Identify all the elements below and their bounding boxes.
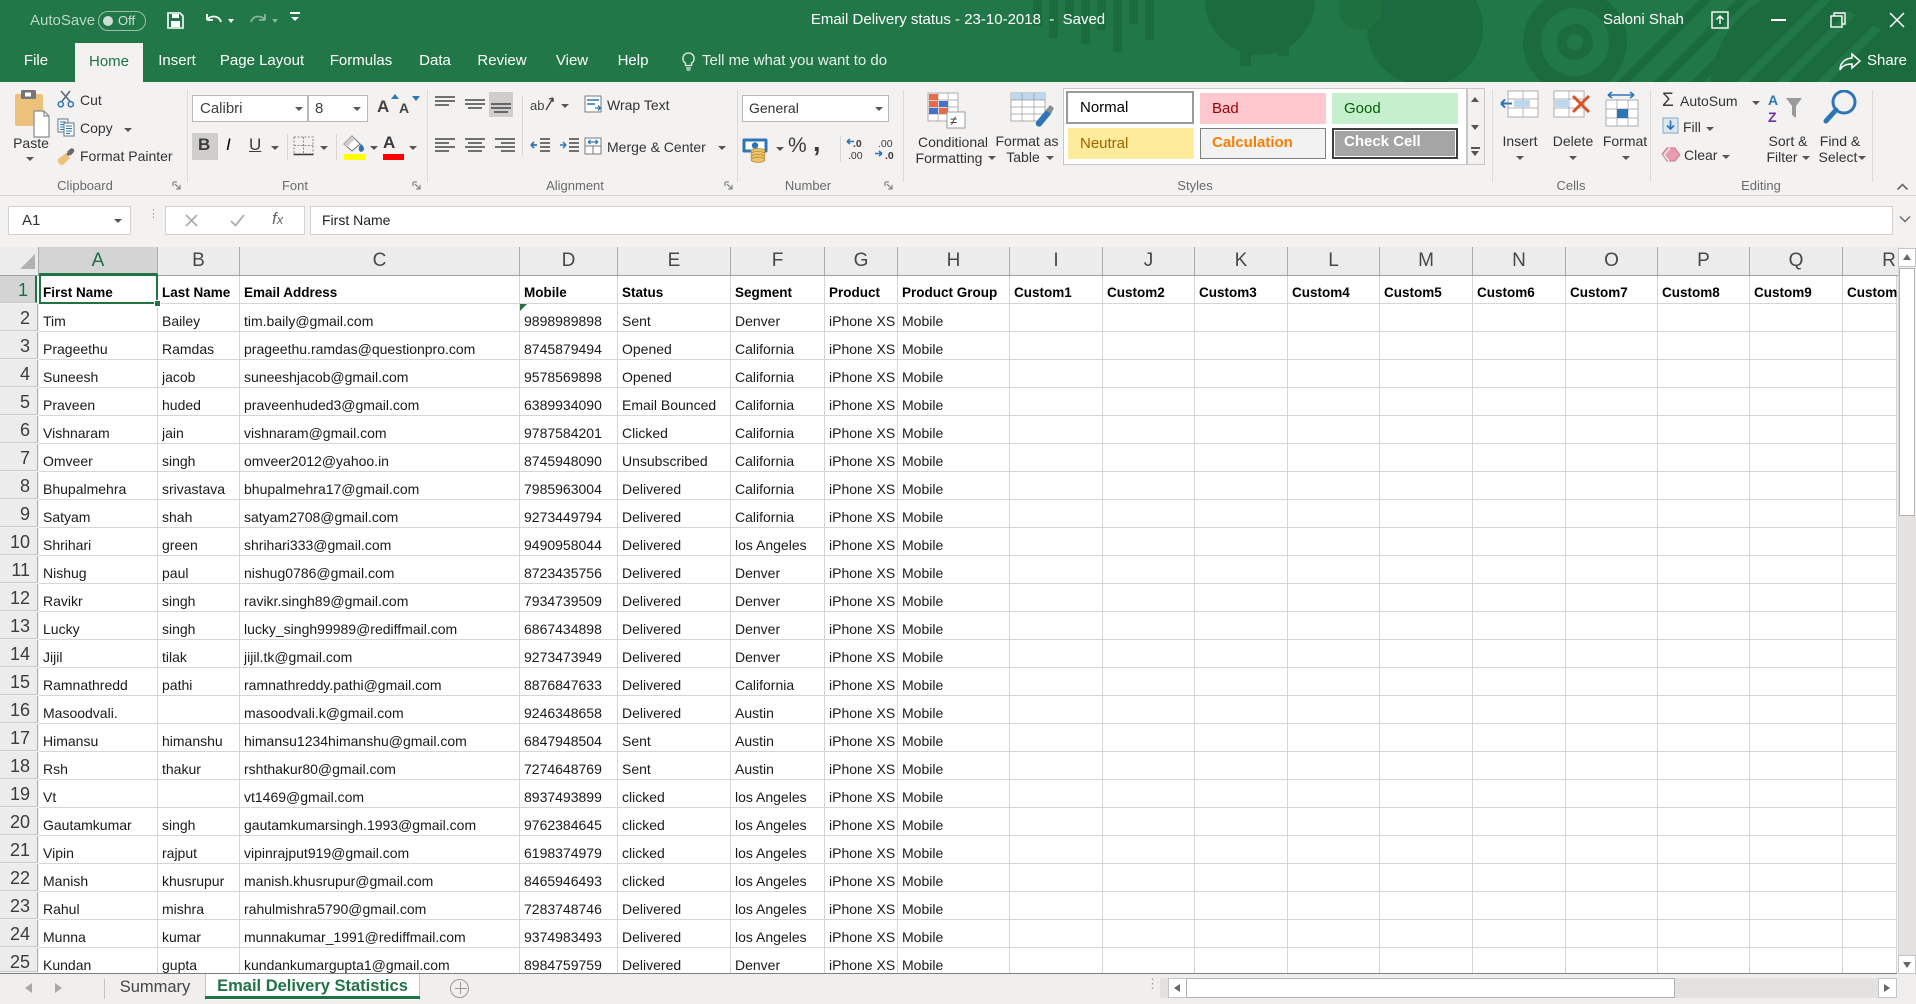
svg-text:.0: .0 xyxy=(885,150,894,161)
svg-text:A: A xyxy=(1768,92,1778,108)
svg-text:.00: .00 xyxy=(848,150,863,161)
svg-text:.0: .0 xyxy=(853,138,862,150)
svg-text:≠: ≠ xyxy=(950,113,957,128)
svg-text:Z: Z xyxy=(1768,109,1777,125)
svg-text:ab: ab xyxy=(530,98,544,113)
svg-text:.00: .00 xyxy=(878,138,893,150)
